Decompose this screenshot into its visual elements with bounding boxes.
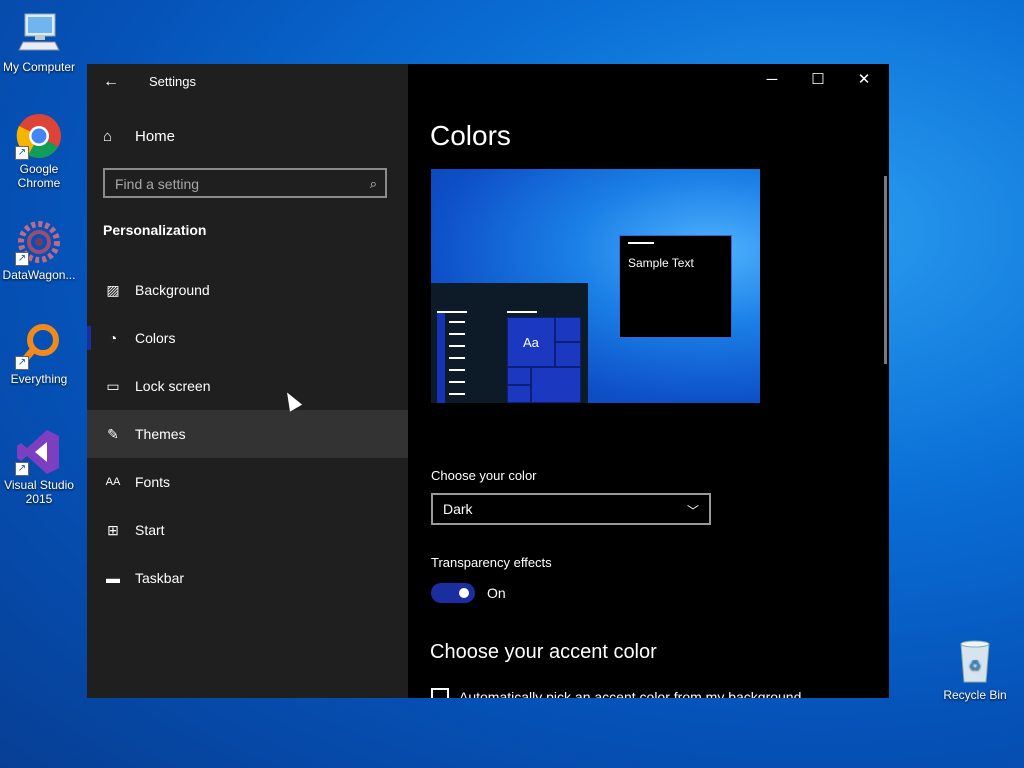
- visual-studio-icon: ↗: [15, 428, 63, 476]
- preview-line: [449, 321, 465, 323]
- choose-color-dropdown[interactable]: Dark ﹀: [431, 493, 711, 525]
- back-arrow-icon[interactable]: ←: [101, 72, 121, 92]
- preview-dialog: Sample Text: [619, 235, 732, 338]
- preview-tile-text: Aa: [523, 335, 539, 350]
- preview-tile: [507, 367, 531, 385]
- sidebar-item-label: Background: [135, 282, 210, 298]
- preview-tile: [531, 367, 581, 403]
- choose-color-value: Dark: [443, 501, 473, 517]
- sidebar-item-label: Themes: [135, 426, 186, 442]
- page-title: Colors: [430, 120, 511, 151]
- selected-indicator: [87, 326, 91, 350]
- svg-text:♻: ♻: [969, 658, 982, 674]
- auto-accent-option[interactable]: Automatically pick an accent color from …: [431, 688, 801, 698]
- preview-sample-text: Sample Text: [628, 256, 694, 270]
- sidebar-item-label: Taskbar: [135, 570, 185, 586]
- start-icon: ⊞: [107, 521, 119, 538]
- search-box[interactable]: ⌕: [103, 168, 387, 198]
- preview-line: [449, 393, 465, 395]
- preview-line: [449, 333, 465, 335]
- desktop-icon-recycle-bin[interactable]: ♻ Recycle Bin: [935, 638, 1015, 702]
- sidebar-item-label: Start: [135, 522, 165, 538]
- minimize-button[interactable]: ─: [749, 64, 795, 96]
- preview-tile: [555, 342, 581, 367]
- search-input[interactable]: [105, 170, 365, 198]
- gear-icon: ↗: [15, 218, 63, 266]
- search-icon[interactable]: ⌕: [370, 176, 377, 192]
- sidebar-item-colors[interactable]: ◔ Colors: [87, 314, 408, 362]
- sidebar-item-lock-screen[interactable]: ▭ Lock screen: [87, 362, 408, 410]
- desktop-icon-label: Everything: [10, 372, 68, 386]
- preview-line: [507, 311, 537, 313]
- preview-line: [449, 381, 465, 383]
- preview-tile: [507, 385, 531, 403]
- desktop-icon-datawagon[interactable]: ↗ DataWagon...: [0, 218, 79, 282]
- sidebar-item-label: Lock screen: [135, 378, 211, 394]
- window-title: Settings: [149, 74, 196, 89]
- chevron-down-icon: ﹀: [686, 504, 699, 518]
- lock-screen-icon: ▭: [106, 377, 120, 394]
- preview-line: [449, 369, 465, 371]
- close-button[interactable]: ✕: [841, 64, 887, 96]
- transparency-toggle[interactable]: [431, 583, 475, 603]
- maximize-button[interactable]: ☐: [795, 64, 841, 96]
- shortcut-arrow-icon: ↗: [15, 462, 29, 476]
- themes-icon: ✎: [107, 425, 119, 442]
- choose-color-label: Choose your color: [431, 468, 537, 483]
- desktop-icon-everything[interactable]: ↗ Everything: [0, 322, 79, 386]
- shortcut-arrow-icon: ↗: [15, 356, 29, 370]
- sidebar-item-label: Fonts: [135, 474, 171, 490]
- chrome-icon: ↗: [15, 112, 63, 160]
- fonts-icon: AA: [105, 476, 121, 488]
- preview-line: [449, 357, 465, 359]
- sidebar-item-fonts[interactable]: AA Fonts: [87, 458, 408, 506]
- home-label: Home: [135, 128, 176, 145]
- desktop-icon-label: Visual Studio 2015: [4, 478, 74, 506]
- desktop-icon-label: Recycle Bin: [943, 688, 1007, 702]
- desktop-icon-label: My Computer: [2, 60, 76, 74]
- desktop-icon-google-chrome[interactable]: ↗ Google Chrome: [0, 112, 79, 190]
- preview-line: [628, 242, 654, 244]
- shortcut-arrow-icon: ↗: [15, 146, 29, 160]
- color-preview: Aa Sample Text: [431, 169, 760, 403]
- shortcut-arrow-icon: ↗: [15, 252, 29, 266]
- sidebar-item-start[interactable]: ⊞ Start: [87, 506, 408, 554]
- accent-color-title: Choose your accent color: [430, 641, 657, 663]
- toggle-knob: [459, 588, 469, 598]
- taskbar-icon: ▬: [106, 570, 120, 586]
- sidebar-item-label: Colors: [135, 330, 176, 346]
- transparency-label: Transparency effects: [431, 555, 552, 570]
- preview-start-menu: Aa: [431, 283, 588, 403]
- transparency-state: On: [487, 585, 506, 601]
- sidebar-item-background[interactable]: ▨ Background: [87, 266, 408, 314]
- sidebar: ← Settings ⌂ Home ⌕ Personalization ▨ Ba…: [87, 64, 408, 698]
- recycle-bin-icon: ♻: [951, 638, 999, 686]
- sidebar-item-taskbar[interactable]: ▬ Taskbar: [87, 554, 408, 602]
- preview-tile: [555, 317, 581, 342]
- preview-line: [449, 345, 465, 347]
- desktop-icon-my-computer[interactable]: My Computer: [0, 10, 79, 74]
- scrollbar[interactable]: [884, 176, 887, 364]
- content-pane: ─ ☐ ✕ Colors Aa Sample Text Choose your …: [408, 64, 889, 698]
- desktop-icon-label: Google Chrome: [17, 162, 61, 190]
- image-icon: ▨: [106, 281, 120, 298]
- preview-tiles: [507, 317, 581, 403]
- sidebar-item-themes[interactable]: ✎ Themes: [87, 410, 408, 458]
- desktop-icon-label: DataWagon...: [2, 268, 76, 282]
- auto-accent-label: Automatically pick an accent color from …: [459, 689, 802, 698]
- auto-accent-checkbox[interactable]: [431, 688, 449, 698]
- preview-strip: [437, 313, 445, 403]
- home-link[interactable]: ⌂ Home: [103, 128, 175, 145]
- settings-window: ← Settings ⌂ Home ⌕ Personalization ▨ Ba…: [87, 64, 889, 698]
- magnifier-icon: ↗: [15, 322, 63, 370]
- palette-icon: ◔: [108, 330, 118, 346]
- desktop-icon-visual-studio[interactable]: ↗ Visual Studio 2015: [0, 428, 79, 506]
- computer-icon: [15, 10, 63, 58]
- preview-line: [437, 311, 467, 313]
- home-icon: ⌂: [103, 128, 113, 145]
- section-title: Personalization: [103, 222, 207, 238]
